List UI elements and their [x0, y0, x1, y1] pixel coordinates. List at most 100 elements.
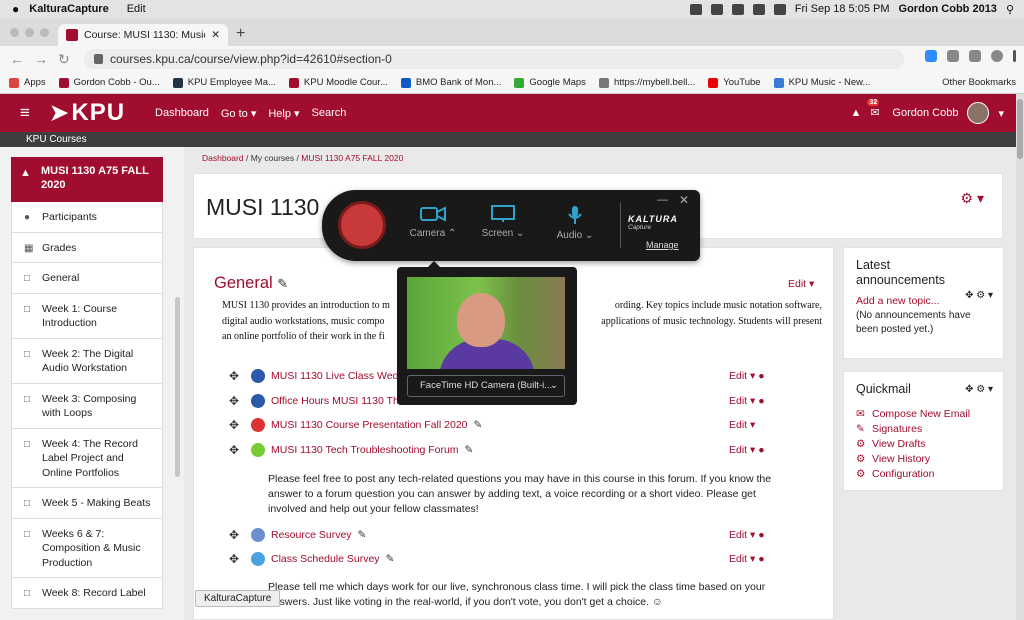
close-icon[interactable]: ✕ [679, 193, 689, 207]
nav-dashboard[interactable]: Dashboard [155, 107, 209, 120]
back-icon[interactable]: ← [10, 51, 24, 67]
move-icon[interactable]: ✥ [229, 369, 245, 383]
bell-icon[interactable]: ▲ [851, 107, 862, 119]
move-icon[interactable]: ✥ [229, 552, 245, 566]
activity-edit-menu[interactable]: Edit ▾ [729, 419, 755, 431]
kpu-logo[interactable]: ➤ KPU [50, 99, 125, 127]
other-bookmarks[interactable]: Other Bookmarks [942, 77, 1016, 88]
drawer-scrollbar[interactable] [175, 297, 180, 477]
bookmark-item[interactable]: Gordon Cobb - Ou... [58, 77, 160, 88]
section-edit-menu[interactable]: Edit ▾ [788, 278, 814, 290]
browser-tab[interactable]: Course: MUSI 1130: Music Tech ✕ [58, 24, 228, 46]
pencil-icon[interactable]: ✎ [358, 529, 367, 541]
camera-toggle[interactable]: Camera ⌃ [402, 205, 464, 239]
mac-menu-edit[interactable]: Edit [127, 3, 146, 15]
quickmail-link[interactable]: ✉ Compose New Email [856, 407, 991, 422]
minimize-window-button[interactable] [25, 28, 34, 37]
audio-toggle[interactable]: Audio ⌄ [544, 205, 606, 241]
new-tab-button[interactable]: + [236, 25, 245, 43]
drawer-item[interactable]: □ Weeks 6 & 7: Composition & Music Produc… [11, 518, 163, 578]
scrollbar-thumb[interactable] [1017, 99, 1023, 159]
user-icon[interactable]: ● [758, 553, 764, 565]
mac-user[interactable]: Gordon Cobb 2013 [899, 3, 997, 15]
record-button[interactable] [338, 201, 386, 249]
hamburger-menu-icon[interactable]: ≡ [20, 103, 30, 123]
quickmail-link[interactable]: ⚙ Configuration [856, 467, 991, 482]
pencil-icon[interactable]: ✎ [465, 444, 474, 456]
bookmark-item[interactable]: YouTube [708, 77, 761, 88]
activity-edit-menu[interactable]: Edit ▾ ● [729, 395, 765, 407]
breadcrumb-my-courses[interactable]: My courses [251, 153, 294, 163]
user-name[interactable]: Gordon Cobb [892, 107, 958, 119]
screen-toggle[interactable]: Screen ⌄ [472, 205, 534, 239]
drawer-item[interactable]: □ Week 8: Record Label [11, 578, 163, 609]
pencil-icon[interactable]: ✎ [386, 553, 395, 565]
gear-icon[interactable]: ⚙ ▾ [961, 190, 984, 207]
move-icon[interactable]: ✥ [229, 528, 245, 542]
kpu-courses-bar[interactable]: KPU Courses [0, 132, 1016, 147]
puzzle-icon[interactable] [947, 50, 959, 62]
drawer-item[interactable]: □ General [11, 263, 163, 294]
close-tab-icon[interactable]: ✕ [211, 29, 220, 41]
activity-link[interactable]: Resource Survey [271, 529, 352, 541]
activity-link[interactable]: Class Schedule Survey [271, 553, 380, 565]
zoom-window-button[interactable] [40, 28, 49, 37]
forward-icon[interactable]: → [34, 51, 48, 67]
bookmark-item[interactable]: https://mybell.bell... [598, 77, 695, 88]
quickmail-link[interactable]: ⚙ View History [856, 452, 991, 467]
user-icon[interactable]: ● [758, 395, 764, 407]
drawer-item[interactable]: □ Week 2: The Digital Audio Workstation [11, 338, 163, 384]
activity-link[interactable]: Office Hours MUSI 1130 Thu [271, 395, 405, 407]
profile-icon[interactable] [991, 50, 1003, 62]
breadcrumb-course[interactable]: MUSI 1130 A75 FALL 2020 [301, 153, 403, 163]
nav-search[interactable]: Search [312, 107, 347, 120]
move-icon[interactable]: ✥ [229, 394, 245, 408]
activity-edit-menu[interactable]: Edit ▾ ● [729, 553, 765, 565]
more-menu-icon[interactable] [1013, 50, 1016, 62]
page-scrollbar[interactable] [1016, 94, 1024, 620]
volume-icon[interactable] [752, 3, 765, 15]
drawer-item[interactable]: □ Week 4: The Record Label Project and On… [11, 428, 163, 488]
quickmail-link[interactable]: ✎ Signatures [856, 422, 991, 437]
wifi-icon[interactable] [731, 3, 744, 15]
minimize-icon[interactable]: — [657, 194, 668, 206]
user-icon[interactable]: ● [758, 444, 764, 456]
reading-list-icon[interactable] [969, 50, 981, 62]
camera-device-select[interactable]: FaceTime HD Camera (Built-i... ⌄ [407, 375, 565, 397]
bookmark-item[interactable]: KPU Employee Ma... [172, 77, 276, 88]
activity-link[interactable]: MUSI 1130 Course Presentation Fall 2020 [271, 419, 468, 431]
bookmark-item[interactable]: KPU Music - New... [773, 77, 870, 88]
drawer-item-course[interactable]: ▲ MUSI 1130 A75 FALL 2020 [11, 157, 163, 202]
user-icon[interactable]: ● [758, 370, 764, 382]
block-controls[interactable]: ✥ ⚙ ▾ [965, 290, 993, 301]
status-icon[interactable] [689, 3, 702, 15]
mac-clock[interactable]: Fri Sep 18 5:05 PM [795, 3, 890, 15]
chevron-down-icon[interactable]: ▾ [998, 107, 1004, 120]
reload-icon[interactable]: ↻ [58, 51, 70, 68]
bookmark-item[interactable]: BMO Bank of Mon... [400, 77, 501, 88]
breadcrumb-dashboard[interactable]: Dashboard [202, 153, 244, 163]
apple-icon[interactable]: ● [12, 2, 19, 16]
block-controls[interactable]: ✥ ⚙ ▾ [965, 384, 993, 395]
activity-edit-menu[interactable]: Edit ▾ ● [729, 444, 765, 456]
nav-goto[interactable]: Go to ▾ [221, 107, 256, 120]
address-bar[interactable]: courses.kpu.ca/course/view.php?id=42610#… [84, 49, 904, 69]
quickmail-link[interactable]: ⚙ View Drafts [856, 437, 991, 452]
activity-edit-menu[interactable]: Edit ▾ ● [729, 529, 765, 541]
close-window-button[interactable] [10, 28, 19, 37]
spotlight-icon[interactable]: ⚲ [1006, 3, 1014, 16]
activity-link[interactable]: MUSI 1130 Tech Troubleshooting Forum [271, 444, 459, 456]
activity-edit-menu[interactable]: Edit ▾ ● [729, 370, 765, 382]
nav-help[interactable]: Help ▾ [268, 107, 299, 120]
drawer-item[interactable]: □ Week 5 - Making Beats [11, 488, 163, 519]
bookmark-item[interactable]: KPU Moodle Cour... [288, 77, 388, 88]
mac-app-name[interactable]: KalturaCapture [29, 3, 108, 15]
status-icon[interactable] [710, 3, 723, 15]
drawer-item[interactable]: □ Week 3: Composing with Loops [11, 383, 163, 429]
pencil-icon[interactable]: ✎ [474, 419, 483, 431]
move-icon[interactable]: ✥ [229, 443, 245, 457]
battery-icon[interactable] [773, 3, 786, 15]
user-icon[interactable]: ● [758, 529, 764, 541]
bookmark-item[interactable]: Apps [9, 77, 46, 88]
manage-link[interactable]: Manage [646, 240, 679, 250]
